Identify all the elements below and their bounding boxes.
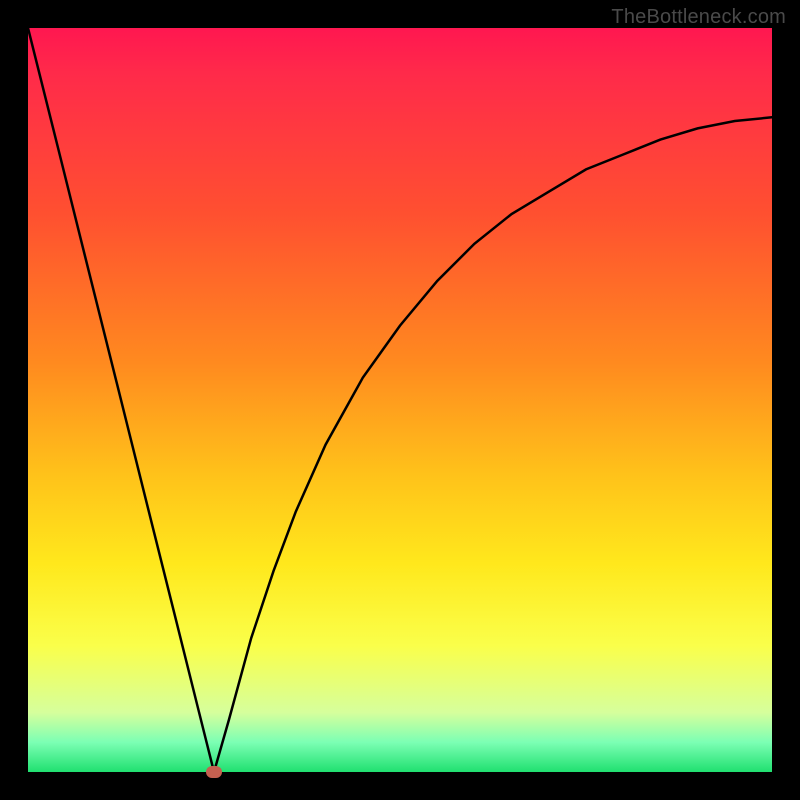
- curve-svg: [28, 28, 772, 772]
- plot-area: [28, 28, 772, 772]
- watermark-label: TheBottleneck.com: [611, 6, 786, 29]
- bottleneck-curve-path: [28, 28, 772, 772]
- min-marker: [206, 766, 222, 778]
